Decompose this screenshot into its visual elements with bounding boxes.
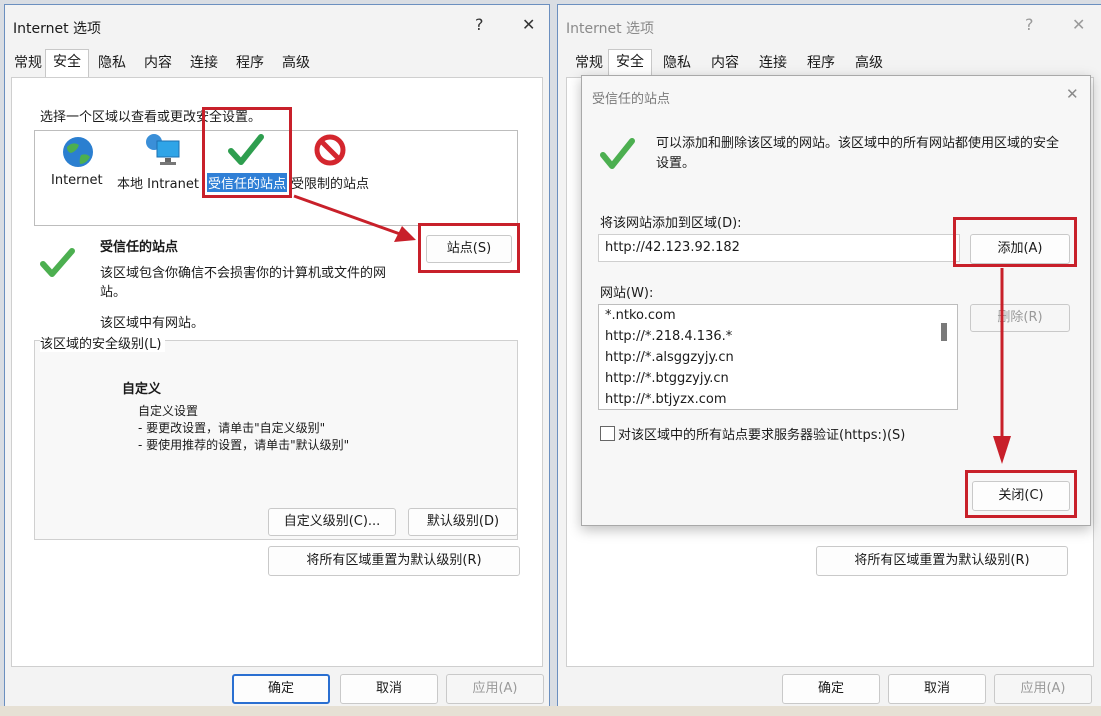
zone-description: 该区域包含你确信不会损害你的计算机或文件的网站。 [100, 266, 387, 300]
tab-connections[interactable]: 连接 [183, 51, 225, 75]
cancel-label: 取消 [923, 681, 950, 696]
tab-advanced[interactable]: 高级 [275, 51, 317, 75]
annotation-box-close [965, 470, 1077, 518]
custom-title: 自定义 [122, 382, 162, 397]
checkmark-icon [40, 248, 75, 277]
sites-list[interactable]: *.ntko.com http://*.218.4.136.* http://*… [598, 304, 958, 410]
tab-general[interactable]: 常规 [572, 51, 606, 75]
cancel-button[interactable]: 取消 [888, 674, 986, 704]
window-title: Internet 选项 [566, 21, 655, 37]
list-item[interactable]: *.ntko.com [599, 305, 957, 326]
annotation-arrow [993, 268, 1011, 464]
site-url-input[interactable]: http://42.123.92.182 [598, 234, 960, 262]
dialog-title: 受信任的站点 [592, 92, 671, 107]
scrollbar-thumb[interactable] [941, 323, 947, 341]
list-item[interactable]: http://*.alsggzyjy.cn [599, 347, 957, 368]
https-check-label: 对该区域中的所有站点要求服务器验证(https:)(S) [618, 428, 906, 443]
reset-all-label: 将所有区域重置为默认级别(R) [854, 553, 1030, 568]
ok-button[interactable]: 确定 [232, 674, 330, 704]
custom-level-label: 自定义级别(C)... [283, 514, 381, 529]
annotation-arrow [293, 194, 416, 242]
list-item[interactable]: http://*.218.4.136.* [599, 326, 957, 347]
apply-label: 应用(A) [472, 681, 518, 696]
tab-programs[interactable]: 程序 [800, 51, 842, 75]
zone-internet[interactable]: Internet [49, 131, 109, 227]
close-icon[interactable]: ✕ [522, 15, 535, 34]
zone-label: Internet [51, 173, 103, 188]
apply-label: 应用(A) [1020, 681, 1066, 696]
network-computer-icon [146, 134, 180, 165]
ok-button[interactable]: 确定 [782, 674, 880, 704]
help-button[interactable]: ? [1025, 15, 1034, 34]
zone-label: 本地 Intranet [117, 177, 199, 192]
trusted-sites-dialog: 受信任的站点 ✕ 可以添加和删除该区域的网站。该区域中的所有网站都使用区域的安全… [581, 75, 1091, 526]
prohibited-icon [314, 134, 346, 166]
globe-icon [63, 137, 93, 167]
zone-note: 该区域中有网站。 [100, 316, 205, 331]
custom-level-button[interactable]: 自定义级别(C)... [268, 508, 396, 536]
help-button[interactable]: ? [475, 15, 484, 34]
remove-button[interactable]: 删除(R) [970, 304, 1070, 332]
tab-content[interactable]: 内容 [137, 51, 179, 75]
window-title: Internet 选项 [13, 21, 102, 37]
cancel-label: 取消 [375, 681, 402, 696]
ok-label: 确定 [817, 681, 844, 696]
zone-title: 受信任的站点 [100, 240, 179, 255]
custom-line-3: - 要使用推荐的设置，请单击"默认级别" [138, 438, 350, 452]
annotation-box-sites [418, 223, 520, 273]
default-level-button[interactable]: 默认级别(D) [408, 508, 518, 536]
close-icon[interactable]: ✕ [1072, 15, 1085, 34]
list-item[interactable]: http://*.btggzyjy.cn [599, 368, 957, 389]
tab-content[interactable]: 内容 [704, 51, 746, 75]
sites-label: 网站(W): [600, 286, 654, 301]
https-checkbox[interactable] [600, 426, 615, 441]
ok-label: 确定 [267, 681, 294, 696]
security-level-label: 该区域的安全级别(L) [40, 333, 166, 352]
custom-line-2: - 要更改设置，请单击"自定义级别" [138, 421, 326, 435]
annotation-box-add [953, 217, 1077, 267]
add-site-label: 将该网站添加到区域(D): [600, 216, 742, 231]
dialog-description: 可以添加和删除该区域的网站。该区域中的所有网站都使用区域的安全设置。 [656, 136, 1060, 171]
tab-security[interactable]: 安全 [608, 49, 652, 77]
close-icon[interactable]: ✕ [1066, 85, 1079, 103]
background-strip [0, 706, 1101, 716]
tab-privacy[interactable]: 隐私 [91, 51, 133, 75]
site-url-value: http://42.123.92.182 [605, 240, 740, 255]
tab-programs[interactable]: 程序 [229, 51, 271, 75]
apply-button[interactable]: 应用(A) [446, 674, 544, 704]
checkmark-icon [600, 138, 635, 169]
tab-connections[interactable]: 连接 [752, 51, 794, 75]
custom-line-1: 自定义设置 [138, 404, 199, 418]
reset-all-zones-button[interactable]: 将所有区域重置为默认级别(R) [268, 546, 520, 576]
apply-button[interactable]: 应用(A) [994, 674, 1092, 704]
annotation-box-trusted [202, 107, 292, 198]
cancel-button[interactable]: 取消 [340, 674, 438, 704]
tab-security[interactable]: 安全 [45, 49, 89, 77]
zone-local-intranet[interactable]: 本地 Intranet [117, 131, 207, 227]
tab-advanced[interactable]: 高级 [848, 51, 890, 75]
default-level-label: 默认级别(D) [426, 514, 500, 529]
tab-privacy[interactable]: 隐私 [656, 51, 698, 75]
list-item[interactable]: http://*.btjyzx.com [599, 389, 957, 409]
reset-all-label: 将所有区域重置为默认级别(R) [306, 553, 482, 568]
tab-general[interactable]: 常规 [11, 51, 45, 75]
reset-all-zones-button[interactable]: 将所有区域重置为默认级别(R) [816, 546, 1068, 576]
